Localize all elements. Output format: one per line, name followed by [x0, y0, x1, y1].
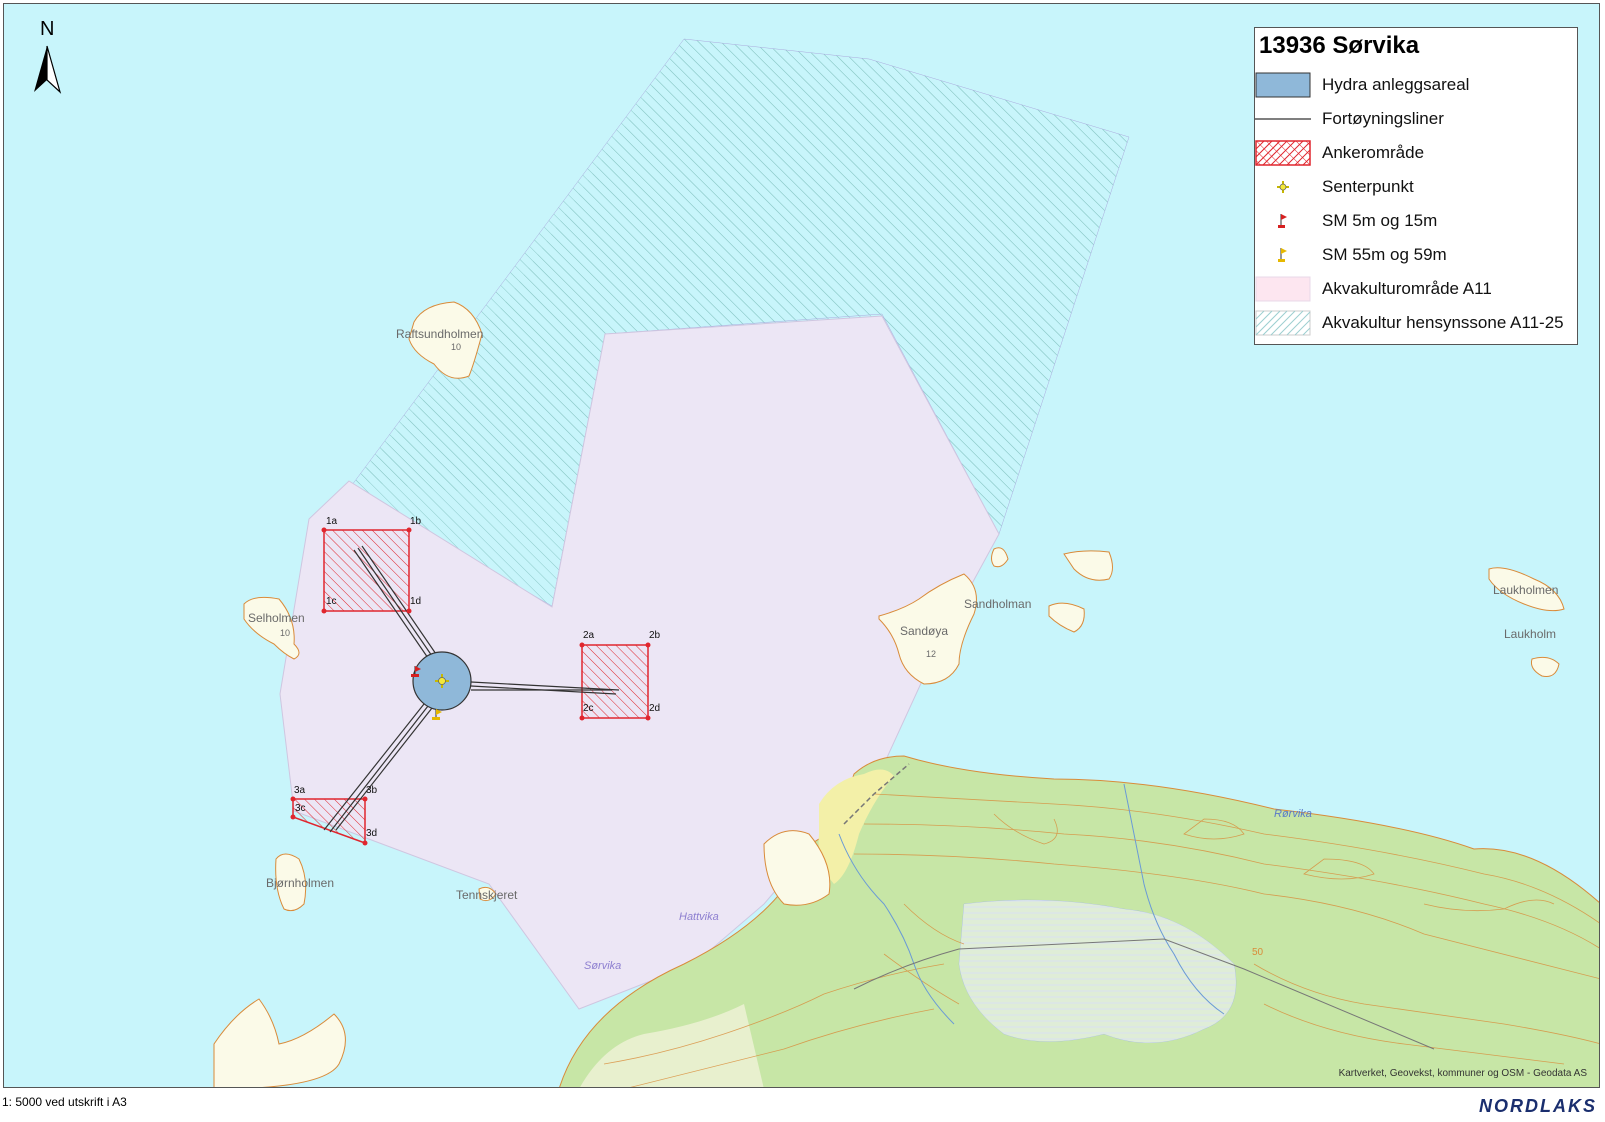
- legend-item-aquaculture: Akvakulturområde A11: [1255, 276, 1579, 304]
- small-island-4: [1531, 656, 1560, 677]
- selholmen-island: [243, 596, 300, 660]
- north-arrow: N: [32, 18, 72, 98]
- legend-label: SM 55m og 59m: [1322, 245, 1447, 264]
- place-sorvika: Sørvika: [584, 960, 622, 972]
- red-flag-icon: [1278, 214, 1287, 228]
- legend-label: Fortøyningsliner: [1322, 109, 1444, 128]
- legend-item-sm-5-15: SM 5m og 15m: [1255, 208, 1579, 236]
- small-island-1: [991, 547, 1009, 568]
- place-hattvika: Hattvika: [679, 911, 719, 923]
- place-rorvika: Rørvika: [1274, 808, 1312, 820]
- height-raftsundholmen: 10: [451, 342, 462, 352]
- yellow-flag-icon: [1278, 248, 1287, 262]
- place-selholmen: Selholmen: [248, 611, 305, 625]
- height-selholmen: 10: [280, 628, 291, 638]
- legend-label: Ankerområde: [1322, 143, 1425, 162]
- legend-item-hensynssone: Akvakultur hensynssone A11-25: [1255, 310, 1579, 338]
- legend-label: Akvakulturområde A11: [1322, 279, 1492, 298]
- place-raftsundholmen: Raftsundholmen: [396, 327, 484, 341]
- label-1b: 1b: [410, 516, 422, 527]
- place-sandoya: Sandøya: [900, 624, 949, 638]
- legend-item-anchor: Ankerområde: [1255, 140, 1579, 168]
- legend-label: Akvakultur hensynssone A11-25: [1322, 313, 1564, 332]
- label-1a: 1a: [326, 516, 338, 527]
- place-tennskjeret: Tennskjeret: [456, 888, 518, 902]
- label-2c: 2c: [583, 703, 594, 714]
- label-2a: 2a: [583, 630, 595, 641]
- map-legend: 13936 Sørvika Hydra anleggsareal Fortøyn…: [1254, 27, 1578, 345]
- center-point-icon: [1277, 181, 1289, 193]
- legend-item-facility: Hydra anleggsareal: [1255, 72, 1579, 100]
- legend-item-mooring: Fortøyningsliner: [1255, 106, 1579, 134]
- anchor-area-swatch: [1255, 140, 1311, 166]
- scale-text: 1: 5000 ved utskrift i A3: [2, 1095, 127, 1109]
- map-canvas[interactable]: N Raftsundholmen 10 Selholmen 10 Sandhol…: [3, 3, 1600, 1088]
- facility-area-swatch: [1255, 72, 1311, 98]
- place-sandholman: Sandholman: [964, 597, 1032, 611]
- legend-label: Senterpunkt: [1322, 177, 1414, 196]
- label-1c: 1c: [326, 596, 337, 607]
- legend-label: SM 5m og 15m: [1322, 211, 1438, 230]
- mooring-line-swatch: [1255, 118, 1311, 120]
- legend-item-center: Senterpunkt: [1255, 174, 1579, 202]
- label-2b: 2b: [649, 630, 661, 641]
- small-island-3: [1048, 602, 1085, 633]
- height-sandoya: 12: [926, 649, 937, 659]
- place-laukholmen: Laukholmen: [1493, 583, 1559, 597]
- label-3a: 3a: [294, 785, 306, 796]
- label-3b: 3b: [366, 785, 378, 796]
- aquaculture-area-swatch: [1255, 276, 1311, 302]
- map-attribution: Kartverket, Geovekst, kommuner og OSM - …: [1338, 1068, 1587, 1079]
- small-island-2: [1063, 550, 1113, 581]
- nordlaks-logo: NORDLAKS: [1479, 1096, 1597, 1116]
- label-3d: 3d: [366, 828, 378, 839]
- contour-label-50: 50: [1252, 947, 1264, 958]
- southwest-island: [213, 998, 346, 1087]
- label-1d: 1d: [410, 596, 422, 607]
- hatched-zone-swatch: [1255, 310, 1311, 336]
- legend-title: 13936 Sørvika: [1259, 32, 1420, 59]
- place-laukholm: Laukholm: [1504, 627, 1557, 641]
- legend-label: Hydra anleggsareal: [1322, 75, 1470, 94]
- legend-item-sm-55-59: SM 55m og 59m: [1255, 242, 1579, 270]
- label-2d: 2d: [649, 703, 661, 714]
- anchor-area-1: [323, 529, 410, 612]
- place-bjornholmen: Bjørnholmen: [266, 876, 335, 890]
- label-3c: 3c: [295, 803, 306, 814]
- north-arrow-icon: [34, 45, 62, 94]
